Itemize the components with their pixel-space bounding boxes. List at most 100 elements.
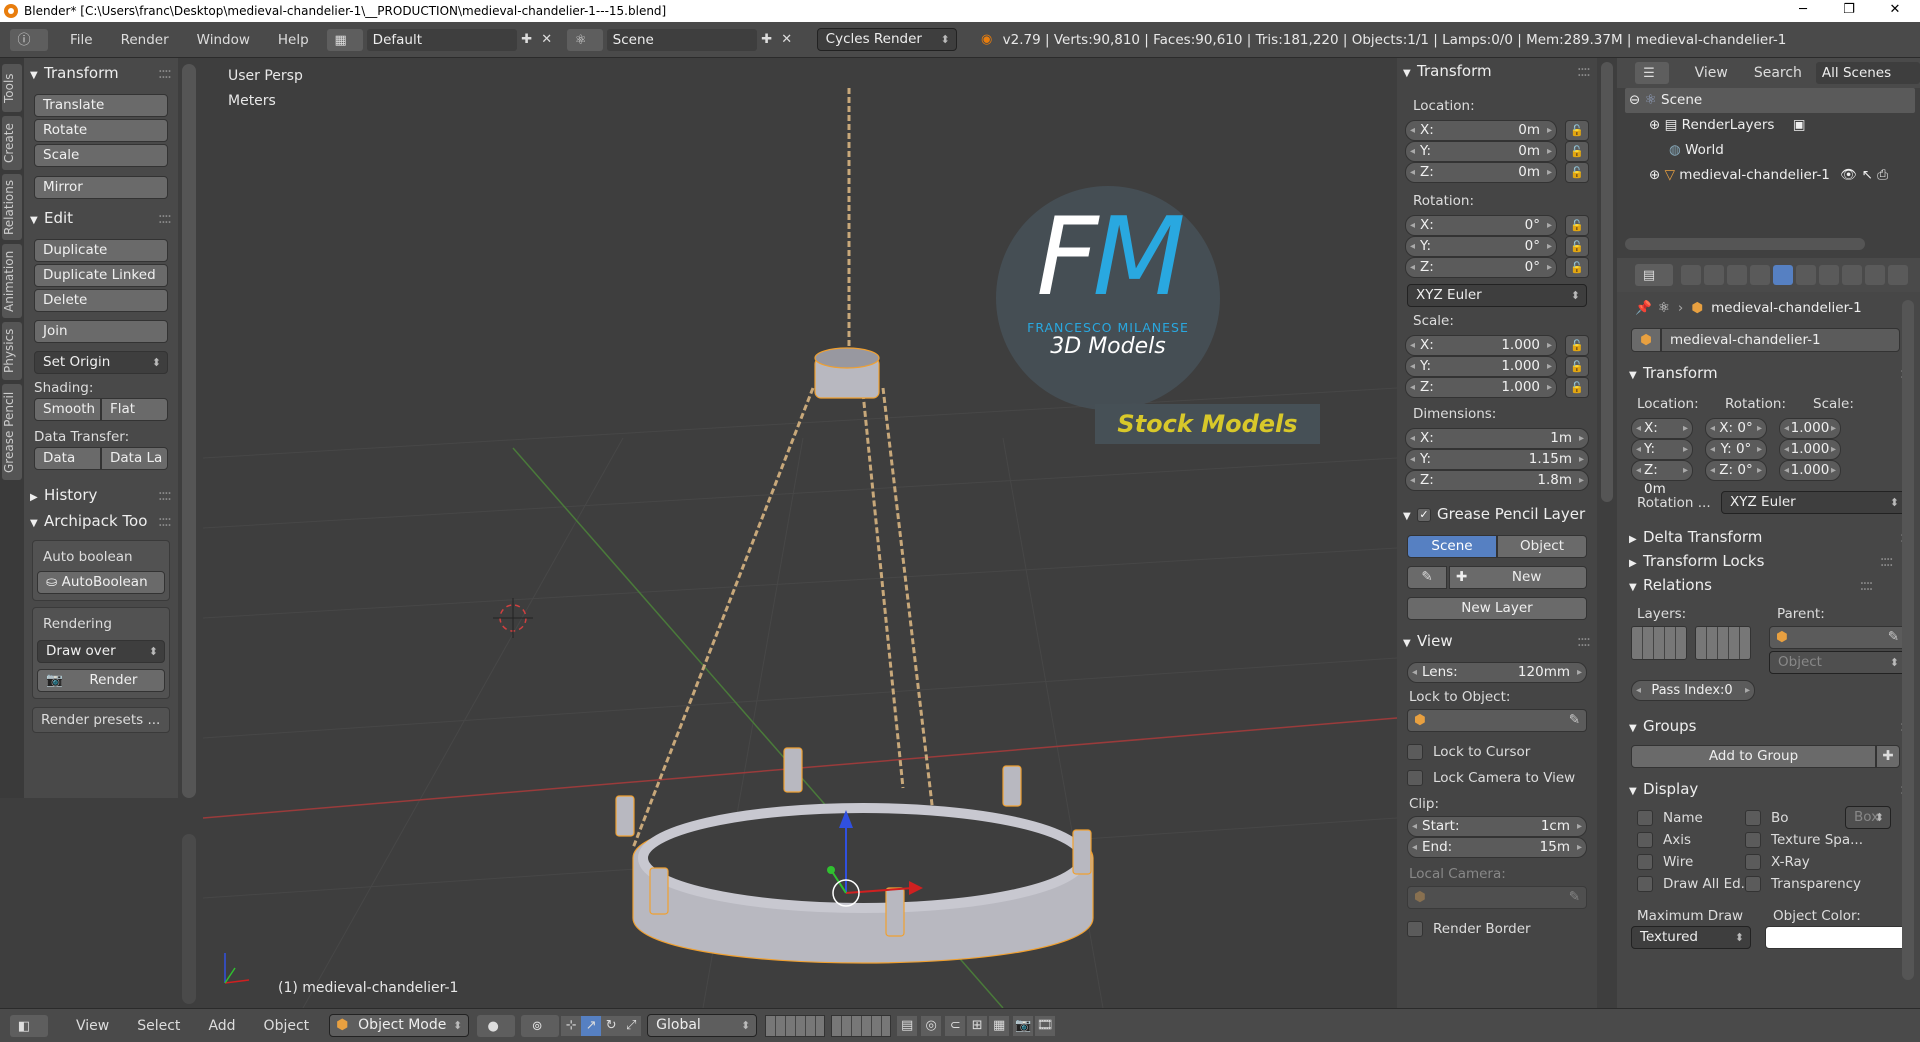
material-tab-icon[interactable] bbox=[1865, 265, 1885, 285]
tab-relations[interactable]: Relations bbox=[2, 174, 22, 240]
manipulator-toggle-icon[interactable]: ⊹ bbox=[561, 1015, 582, 1036]
transform-panel-header[interactable]: ▼ Transform:::: bbox=[24, 60, 178, 86]
menu-render[interactable]: Render bbox=[107, 32, 183, 48]
location-field-2[interactable]: Z: 0m bbox=[1405, 162, 1557, 183]
viewport-shading-button[interactable]: ● bbox=[477, 1014, 516, 1037]
data-layout-button[interactable]: Data La bbox=[101, 447, 168, 470]
display-option-right[interactable]: X-Ray bbox=[1745, 854, 1810, 870]
world-tab-icon[interactable] bbox=[1750, 265, 1770, 285]
close-button[interactable]: ✕ bbox=[1872, 0, 1918, 22]
prop-loc-field[interactable]: Y: 0m bbox=[1631, 439, 1693, 476]
scale-field-1[interactable]: Y: 1.000 bbox=[1405, 356, 1557, 377]
viewport-editor-type-button[interactable]: ◧ bbox=[10, 1014, 48, 1037]
tab-animation[interactable]: Animation bbox=[2, 244, 22, 318]
properties-editor-type-button[interactable]: ▤ bbox=[1635, 264, 1673, 286]
bounds-type-select[interactable]: Box bbox=[1845, 806, 1891, 829]
render-border-checkbox[interactable] bbox=[1407, 921, 1423, 937]
display-checkbox[interactable] bbox=[1745, 810, 1761, 826]
gp-new-button[interactable]: ✚ New bbox=[1449, 566, 1587, 589]
menu-help[interactable]: Help bbox=[264, 32, 323, 48]
display-checkbox[interactable] bbox=[1637, 832, 1653, 848]
pass-index-field[interactable]: Pass Index:0 bbox=[1631, 680, 1755, 701]
local-camera-eyedropper-icon[interactable]: ✎ bbox=[1569, 889, 1580, 905]
render-engine-select[interactable]: Cycles Render bbox=[816, 28, 957, 51]
grease-pencil-header[interactable]: ▼ ✓ Grease Pencil Layer bbox=[1397, 501, 1597, 527]
render-border-row[interactable]: Render Border bbox=[1407, 921, 1587, 937]
display-option-right[interactable]: Transparency bbox=[1745, 876, 1861, 892]
scale-field-2[interactable]: Z: 1.000 bbox=[1405, 377, 1557, 398]
rotate-button[interactable]: Rotate bbox=[34, 119, 168, 142]
grease-pencil-checkbox[interactable]: ✓ bbox=[1417, 507, 1431, 522]
translate-button[interactable]: Translate bbox=[34, 94, 168, 117]
eyedropper-icon[interactable]: ✎ bbox=[1569, 712, 1580, 728]
lock-camera-checkbox[interactable] bbox=[1407, 770, 1423, 786]
lock-icon[interactable]: 🔓 bbox=[1565, 162, 1589, 183]
texture-tab-icon[interactable] bbox=[1888, 265, 1908, 285]
add-to-group-button[interactable]: Add to Group bbox=[1631, 745, 1876, 768]
menu-file[interactable]: File bbox=[56, 32, 107, 48]
display-option-left[interactable]: Name bbox=[1637, 810, 1703, 826]
rotate-manipulator-icon[interactable]: ↻ bbox=[601, 1015, 622, 1036]
draw-over-select[interactable]: Draw over ⬍ bbox=[37, 640, 165, 663]
opengl-anim-icon[interactable]: 🎞 bbox=[1035, 1015, 1056, 1036]
maximize-button[interactable]: ❐ bbox=[1826, 0, 1872, 22]
prop-loc-field[interactable]: X: 0m bbox=[1631, 418, 1693, 455]
prop-scl-field[interactable]: 1.000 bbox=[1779, 460, 1841, 481]
display-option-left[interactable]: Draw All Ed... bbox=[1637, 876, 1754, 892]
edit-panel-header[interactable]: ▼ Edit:::: bbox=[24, 205, 178, 231]
archipack-panel-header[interactable]: ▼ Archipack Too:::: bbox=[24, 508, 178, 534]
render-button[interactable]: 📷 Render bbox=[37, 669, 165, 692]
clip-end-field[interactable]: End: 15m bbox=[1407, 837, 1587, 858]
local-camera-field[interactable]: ⬢ ✎ bbox=[1407, 886, 1587, 909]
relations-header[interactable]: ▼ Relations:::: bbox=[1617, 572, 1920, 598]
tab-physics[interactable]: Physics bbox=[2, 322, 22, 380]
menu-add[interactable]: Add bbox=[208, 1018, 235, 1034]
lock-icon[interactable]: 🔓 bbox=[1565, 257, 1589, 278]
display-option-left[interactable]: Wire bbox=[1637, 854, 1693, 870]
visibility-eye-icon[interactable]: 👁 bbox=[1840, 167, 1857, 183]
display-checkbox[interactable] bbox=[1745, 854, 1761, 870]
outliner-row-scene[interactable]: ⊖ ⚛ Scene bbox=[1629, 88, 1919, 113]
display-checkbox[interactable] bbox=[1637, 810, 1653, 826]
history-panel-header[interactable]: ▶ History:::: bbox=[24, 482, 178, 508]
constraints-tab-icon[interactable] bbox=[1796, 265, 1816, 285]
menu-select[interactable]: Select bbox=[137, 1018, 180, 1034]
snap-element-icon[interactable]: ⊞ bbox=[967, 1015, 988, 1036]
view-panel-header[interactable]: ▼ View:::: bbox=[1397, 628, 1597, 654]
opengl-render-icon[interactable]: 📷 bbox=[1013, 1015, 1034, 1036]
layout-add-icon[interactable]: ✚ bbox=[517, 30, 537, 50]
layout-selector-button[interactable]: ▦ bbox=[326, 28, 363, 51]
gp-scene-button[interactable]: Scene bbox=[1407, 535, 1497, 558]
lock-icon[interactable]: 🔓 bbox=[1565, 120, 1589, 141]
prop-rotation-mode-select[interactable]: XYZ Euler bbox=[1721, 491, 1906, 514]
outliner-display-mode[interactable]: All Scenes bbox=[1815, 62, 1920, 84]
display-option-left[interactable]: Axis bbox=[1637, 832, 1691, 848]
lock-camera-row[interactable]: Lock Camera to View bbox=[1407, 770, 1587, 786]
select-arrow-icon[interactable]: ↖ bbox=[1862, 167, 1873, 183]
render-camera-icon[interactable]: ⎙ bbox=[1877, 167, 1888, 183]
menu-view[interactable]: View bbox=[76, 1018, 109, 1034]
tab-create[interactable]: Create bbox=[2, 116, 22, 170]
gp-new-layer-button[interactable]: New Layer bbox=[1407, 597, 1587, 620]
duplicate-button[interactable]: Duplicate bbox=[34, 239, 168, 262]
parent-field[interactable]: ⬢ ✎ bbox=[1769, 626, 1906, 649]
prop-scl-field[interactable]: 1.000 bbox=[1779, 418, 1841, 439]
lock-icon[interactable]: 🔓 bbox=[1565, 377, 1589, 398]
prop-rot-field[interactable]: X: 0° bbox=[1705, 418, 1767, 439]
layout-name-field[interactable]: Default bbox=[366, 28, 517, 51]
layers-left-grid[interactable] bbox=[765, 1014, 826, 1037]
lock-icon[interactable]: 🔓 bbox=[1565, 356, 1589, 377]
lock-icon[interactable]: 🔓 bbox=[1565, 236, 1589, 257]
pencil-icon[interactable]: ✎ bbox=[1407, 566, 1447, 589]
outliner-row-object[interactable]: ⊕ ▽ medieval-chandelier-1 👁 ↖ ⎙ bbox=[1649, 163, 1920, 188]
npanel-transform-header[interactable]: ▼ Transform:::: bbox=[1397, 58, 1597, 84]
properties-scrollbar[interactable] bbox=[1902, 300, 1914, 980]
translate-manipulator-icon[interactable]: ↗ bbox=[581, 1015, 602, 1036]
dimension-field-2[interactable]: Z: 1.8m bbox=[1405, 470, 1589, 491]
mode-select[interactable]: ⬢ Object Mode bbox=[329, 1014, 470, 1037]
menu-object[interactable]: Object bbox=[264, 1018, 310, 1034]
tab-tools[interactable]: Tools bbox=[2, 64, 22, 112]
smooth-button[interactable]: Smooth bbox=[34, 398, 101, 421]
scene-selector-button[interactable]: ⚛ bbox=[566, 28, 603, 51]
object-tab-icon[interactable] bbox=[1773, 265, 1793, 285]
